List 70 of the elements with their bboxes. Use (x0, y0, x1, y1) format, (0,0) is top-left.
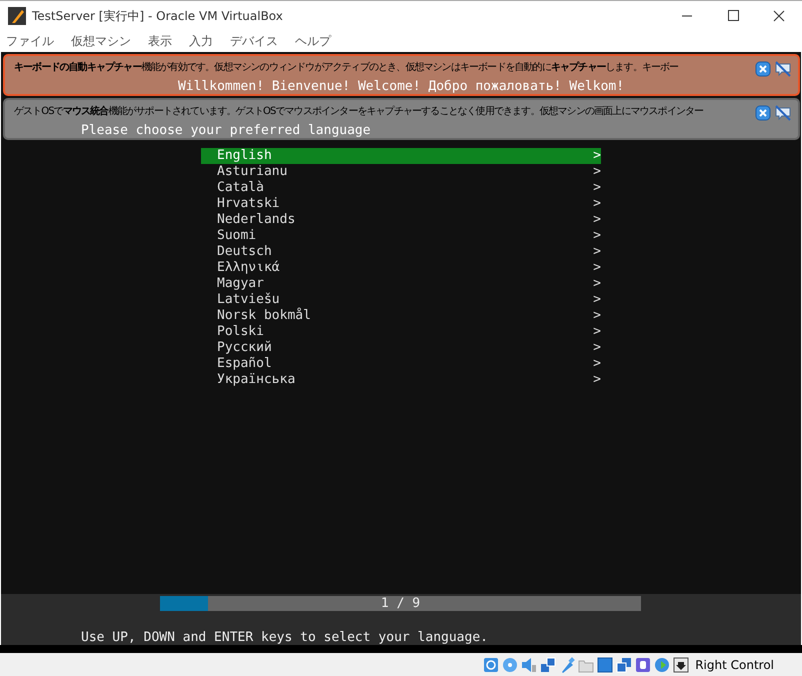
language-label: Ελληνικά (217, 260, 280, 276)
language-option[interactable]: Asturianu > (201, 164, 601, 180)
language-option[interactable]: Suomi > (201, 228, 601, 244)
hide-message-icon[interactable] (774, 61, 792, 77)
window-title: TestServer [実行中] - Oracle VM VirtualBox (32, 8, 283, 24)
chevron-text: > (593, 308, 601, 324)
menu-item[interactable]: ヘルプ (295, 32, 331, 50)
language-option[interactable]: Nederlands > (201, 212, 601, 228)
language-option[interactable]: Español > (201, 356, 601, 372)
chevron-text: > (593, 228, 601, 244)
language-option[interactable]: Norsk bokmål > (201, 308, 601, 324)
language-label: Norsk bokmål (217, 308, 311, 324)
language-option[interactable]: English > (201, 148, 601, 164)
language-label: Suomi (217, 228, 256, 244)
language-option[interactable]: Українська > (201, 372, 601, 388)
language-label: Polski (217, 324, 264, 340)
language-label: Català (217, 180, 264, 196)
close-icon[interactable] (755, 61, 771, 77)
display-icon[interactable] (597, 656, 614, 672)
notice-text: ゲストOSでマウス統合機能がサポートされています。ゲストOSでマウスポインターをキャプチャーすることなく使用できます。仮想マシンの画面上にマウスポインター (14, 105, 704, 118)
menu-item[interactable]: 仮想マシン (71, 32, 131, 50)
language-label: Hrvatski (217, 196, 280, 212)
language-option[interactable]: Polski > (201, 324, 601, 340)
chevron-text: > (593, 164, 601, 180)
notice-text: キーボードの自動キャプチャー機能が有効です。仮想マシンのウィンドウがアクティブのとき、仮想マシンはキーボードを自動的にキャプチャーします。キーボー (14, 61, 680, 74)
app-icon (8, 6, 26, 24)
chevron-text: > (593, 340, 601, 356)
hide-message-icon[interactable] (774, 105, 792, 121)
language-option[interactable]: Deutsch > (201, 244, 601, 260)
language-label: Latviešu (217, 292, 280, 308)
language-option[interactable]: Magyar > (201, 276, 601, 292)
language-option[interactable]: Русский > (201, 340, 601, 356)
welcome-text: Willkommen! Bienvenue! Welcome! Добро пожаловать! Welkom! (178, 79, 624, 94)
language-label: Русский (217, 340, 272, 356)
language-label: English (217, 148, 272, 164)
language-label: Українська (217, 372, 296, 388)
close-icon[interactable] (755, 105, 771, 121)
language-option[interactable]: Hrvatski > (201, 196, 601, 212)
chevron-text: > (593, 356, 601, 372)
menu-item[interactable]: 表示 (148, 32, 172, 50)
language-label: Nederlands (217, 212, 296, 228)
chevron-text: > (593, 180, 601, 196)
language-option[interactable]: Català > (201, 180, 601, 196)
help-text: Use UP, DOWN and ENTER keys to select your language. (81, 629, 488, 647)
prompt-text: Please choose your preferred language (81, 123, 371, 138)
progress-reading: 1 / 9 (380, 596, 420, 611)
chevron-text: > (593, 276, 601, 292)
chevron-text: > (593, 148, 601, 164)
chevron-text: > (593, 260, 601, 276)
language-label: Deutsch (217, 244, 272, 260)
chevron-text: > (593, 212, 601, 228)
menu-item[interactable]: デバイス (230, 32, 278, 50)
language-option[interactable]: Latviešu > (201, 292, 601, 308)
chip-icon[interactable] (635, 656, 652, 672)
chevron-text: > (593, 324, 601, 340)
language-option[interactable]: Ελληνικά > (201, 260, 601, 276)
language-label: Español (217, 356, 272, 372)
chevron-text: > (593, 292, 601, 308)
host-key-text: Right Control (695, 656, 774, 674)
chevron-text: > (593, 372, 601, 388)
menu-item[interactable]: 入力 (189, 32, 213, 50)
usb-icon[interactable] (559, 656, 576, 672)
language-label: Magyar (217, 276, 264, 292)
chevron-text: > (593, 196, 601, 212)
language-label: Asturianu (217, 164, 288, 180)
chevron-text: > (593, 244, 601, 260)
network-icon[interactable] (540, 656, 556, 672)
optical-disc-icon[interactable] (502, 656, 518, 672)
audio-icon[interactable] (521, 656, 538, 672)
menu-item[interactable]: ファイル (6, 32, 54, 50)
